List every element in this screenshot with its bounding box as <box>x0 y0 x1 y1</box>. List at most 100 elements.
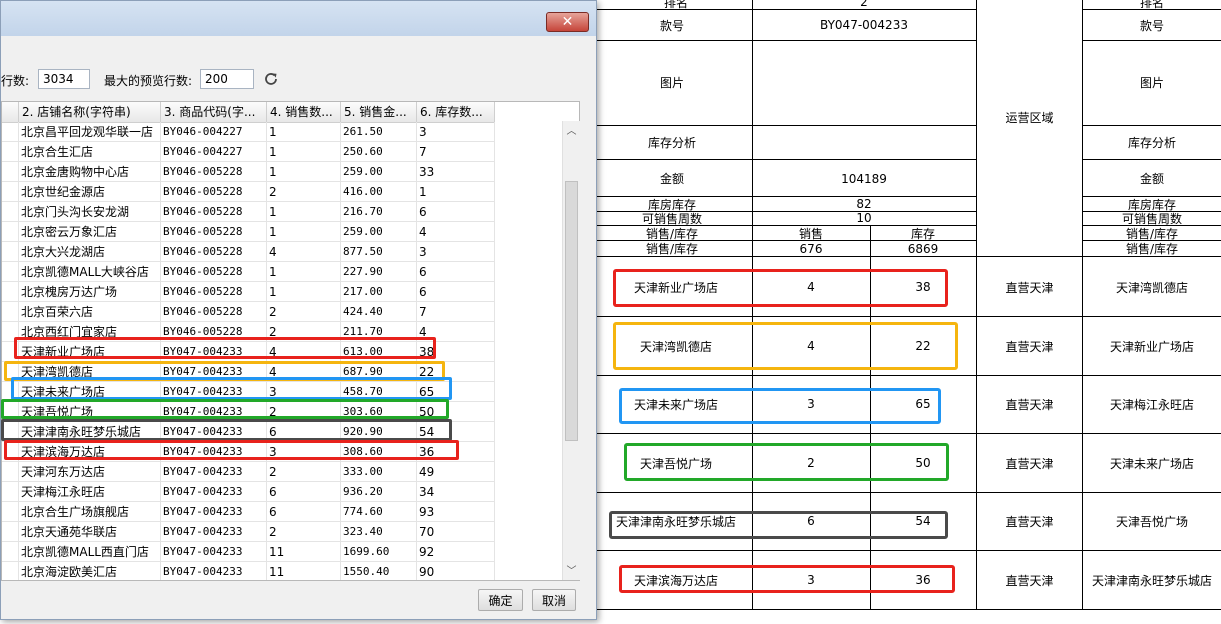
cancel-button[interactable]: 取消 <box>532 589 576 611</box>
grid-column-header[interactable] <box>2 102 19 122</box>
grid-row[interactable]: 天津河东万达店 BY047-004233 2 333.00 49 <box>2 462 495 482</box>
rows-label: 行数: <box>1 74 30 88</box>
grid-cell: BY046-005228 <box>161 282 267 302</box>
grid-highlight-box <box>1 399 449 419</box>
grid-cell: 1 <box>267 162 341 182</box>
amount-value: 104189 <box>841 171 887 186</box>
grid-cell <box>2 122 19 142</box>
grid-cell <box>2 182 19 202</box>
sheet-store-right: 天津未来广场店 <box>1109 456 1194 471</box>
grid-column-header[interactable]: 4. 销售数... <box>267 102 341 122</box>
model-value: BY047-004233 <box>820 18 908 32</box>
grid-column-header[interactable]: 3. 商品代码(字... <box>161 102 267 122</box>
sheet-highlight-box <box>613 269 948 307</box>
sales-total: 676 <box>799 241 823 256</box>
grid-cell: 92 <box>417 542 495 562</box>
dialog-title-bar[interactable] <box>1 1 596 36</box>
grid-cell: 6 <box>417 262 495 282</box>
grid-row[interactable]: 北京天通苑华联店 BY047-004233 2 323.40 70 <box>2 522 495 542</box>
vertical-scrollbar[interactable]: ︿ ﹀ <box>562 121 580 580</box>
grid-cell: 1 <box>267 122 341 142</box>
grid-highlight-box <box>4 440 459 460</box>
grid-row[interactable]: 北京海淀欧美汇店 BY047-004233 11 1550.40 90 <box>2 562 495 580</box>
grid-cell: BY047-004233 <box>161 502 267 522</box>
grid-row[interactable]: 北京门头沟长安龙湖 BY046-005228 1 216.70 6 <box>2 202 495 222</box>
grid-row[interactable]: 北京昌平回龙观华联一店 BY046-004227 1 261.50 3 <box>2 122 495 142</box>
grid-cell: 北京凯德MALL西直门店 <box>19 542 161 562</box>
grid-cell: 3 <box>417 242 495 262</box>
refresh-icon[interactable] <box>263 71 279 87</box>
sheet-store-right: 天津津南永旺梦乐城店 <box>1091 573 1212 588</box>
ok-button[interactable]: 确定 <box>478 589 523 611</box>
grid-cell <box>2 162 19 182</box>
grid-row[interactable]: 北京合生汇店 BY046-004227 1 250.60 7 <box>2 142 495 162</box>
sheet-store-right: 天津吾悦广场 <box>1115 514 1188 529</box>
grid-cell: BY046-005228 <box>161 202 267 222</box>
sheet-store-region: 直营天津 <box>1005 397 1054 412</box>
warehouse-stock-value: 82 <box>856 197 872 211</box>
rows-field[interactable]: 3034 <box>38 69 90 89</box>
grid-cell: 1 <box>267 142 341 162</box>
grid-cell: 34 <box>417 482 495 502</box>
sheet-highlight-box <box>624 443 949 481</box>
grid-row[interactable]: 北京世纪金源店 BY046-005228 2 416.00 1 <box>2 182 495 202</box>
grid-column-header[interactable]: 5. 销售金... <box>341 102 417 122</box>
grid-row[interactable]: 北京大兴龙湖店 BY046-005228 4 877.50 3 <box>2 242 495 262</box>
grid-cell: 259.00 <box>341 222 417 242</box>
grid-row[interactable]: 北京密云万象汇店 BY046-005228 1 259.00 4 <box>2 222 495 242</box>
grid-cell: 2 <box>267 462 341 482</box>
right-stock-analysis-label: 库存分析 <box>1127 136 1176 150</box>
scroll-up-arrow-icon[interactable]: ︿ <box>563 121 580 138</box>
grid-column-header[interactable]: 6. 库存数... <box>417 102 495 122</box>
sales-header: 销售 <box>798 226 823 241</box>
grid-cell: 11 <box>267 542 341 562</box>
region-label: 运营区域 <box>1005 111 1054 125</box>
grid-cell: 4 <box>267 242 341 262</box>
grid-row[interactable]: 北京槐房万达广场 BY046-005228 1 217.00 6 <box>2 282 495 302</box>
grid-cell: 北京凯德MALL大峡谷店 <box>19 262 161 282</box>
grid-row[interactable]: 北京合生广场旗舰店 BY047-004233 6 774.60 93 <box>2 502 495 522</box>
grid-cell: 33 <box>417 162 495 182</box>
grid-row[interactable]: 北京凯德MALL西直门店 BY047-004233 11 1699.60 92 <box>2 542 495 562</box>
grid-cell: 北京门头沟长安龙湖 <box>19 202 161 222</box>
right-sales-stock-label-2: 销售/库存 <box>1125 242 1179 256</box>
grid-cell: 333.00 <box>341 462 417 482</box>
grid-cell: BY046-005228 <box>161 242 267 262</box>
grid-cell: 北京百荣六店 <box>19 302 161 322</box>
grid-cell <box>2 502 19 522</box>
grid-row[interactable]: 天津梅江永旺店 BY047-004233 6 936.20 34 <box>2 482 495 502</box>
grid-header: 2. 店铺名称(字符串) 3. 商品代码(字... 4. 销售数... 5. 销售金.… <box>2 102 495 123</box>
grid-cell: 6 <box>417 282 495 302</box>
grid-column-header[interactable]: 2. 店铺名称(字符串) <box>19 102 161 122</box>
grid-cell: 4 <box>417 222 495 242</box>
sales-stock-label-2: 销售/库存 <box>645 242 699 256</box>
stock-total: 6869 <box>907 241 939 256</box>
grid-cell: 北京海淀欧美汇店 <box>19 562 161 580</box>
grid-cell: 250.60 <box>341 142 417 162</box>
grid-cell: BY047-004233 <box>161 482 267 502</box>
scroll-down-arrow-icon[interactable]: ﹀ <box>563 561 580 578</box>
grid-row[interactable]: 北京金唐购物中心店 BY046-005228 1 259.00 33 <box>2 162 495 182</box>
preview-dialog: ✕ 行数: 3034 最大的预览行数: 200 2. 店铺名称(字符串) 3. 商… <box>0 0 597 620</box>
grid-row[interactable]: 北京凯德MALL大峡谷店 BY046-005228 1 227.90 6 <box>2 262 495 282</box>
max-preview-label: 最大的预览行数: <box>104 74 193 88</box>
grid-row[interactable]: 北京百荣六店 BY046-005228 2 424.40 7 <box>2 302 495 322</box>
grid-cell: 227.90 <box>341 262 417 282</box>
scrollbar-thumb[interactable] <box>565 181 578 441</box>
grid-cell: 217.00 <box>341 282 417 302</box>
grid-cell <box>2 482 19 502</box>
grid-cell <box>2 222 19 242</box>
grid-cell <box>2 242 19 262</box>
close-button[interactable]: ✕ <box>546 12 589 32</box>
grid-cell: 70 <box>417 522 495 542</box>
grid-cell: 11 <box>267 562 341 580</box>
grid-cell: 1699.60 <box>341 542 417 562</box>
right-model-label: 款号 <box>1139 18 1164 33</box>
max-preview-field[interactable]: 200 <box>200 69 254 89</box>
grid-cell: 北京昌平回龙观华联一店 <box>19 122 161 142</box>
grid-cell: 北京密云万象汇店 <box>19 222 161 242</box>
grid-cell: BY046-005228 <box>161 182 267 202</box>
stock-analysis-label: 库存分析 <box>647 136 696 150</box>
grid-cell: 1 <box>267 262 341 282</box>
grid-cell: 1 <box>417 182 495 202</box>
